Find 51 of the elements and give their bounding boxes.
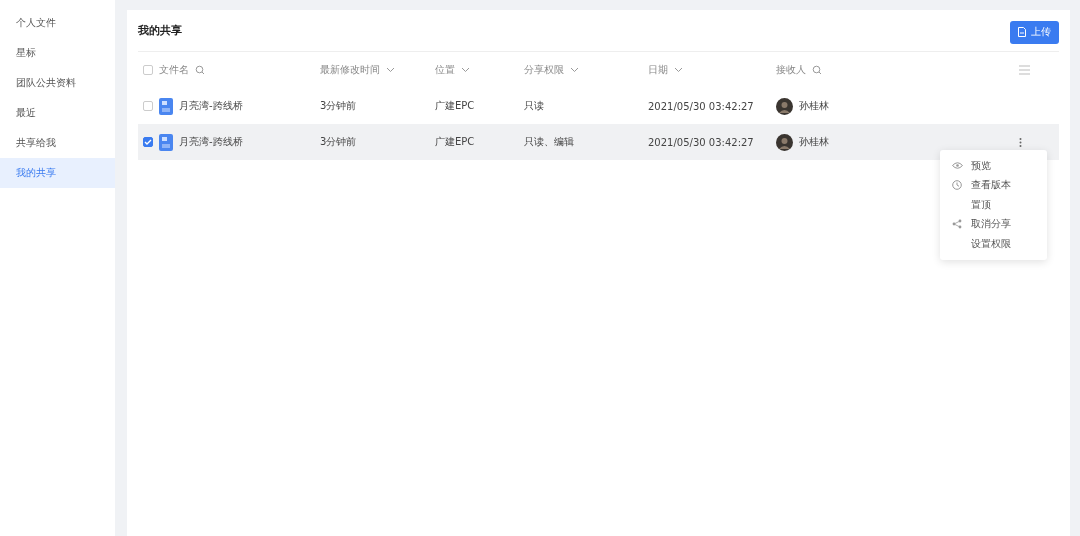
caret-icon[interactable] [386,67,395,73]
checkbox[interactable] [143,65,153,75]
table-row[interactable]: 月亮湾-跨线桥 3分钟前 广建EPC 只读、编辑 2021/05/30 03:42:27 孙桂林 [138,124,1059,160]
column-header: 位置 [435,63,455,77]
table-cell: 2021/05/30 03:42:27 [648,100,754,112]
table-cell: 3分钟前 [320,99,357,113]
table-cell: 2021/05/30 03:42:27 [648,136,754,148]
document-icon [159,97,173,115]
clock-icon [952,180,962,191]
document-icon [159,133,173,151]
sidebar-item[interactable]: 共享给我 [0,128,115,158]
column-header: 接收人 [776,63,806,77]
table-cell: 广建EPC [435,135,475,149]
table-cell: 广建EPC [435,99,475,113]
caret-icon[interactable] [674,67,683,73]
table-cell: 3分钟前 [320,135,357,149]
menu-item[interactable]: 置顶 [940,195,1047,215]
column-header: 文件名 [159,63,189,77]
page-title: 我的共享 [138,23,182,38]
upload-button[interactable]: 上传 [1010,20,1059,44]
table-cell: 只读、编辑 [524,135,574,149]
sidebar-item[interactable]: 星标 [0,38,115,68]
avatar [776,133,793,151]
checkbox[interactable] [143,137,153,147]
sidebar-item[interactable]: 团队公共资料 [0,68,115,98]
receiver-name: 孙桂林 [799,135,829,149]
search-icon[interactable] [812,65,822,75]
more-icon[interactable] [1019,137,1022,147]
file-name[interactable]: 月亮湾-跨线桥 [179,135,243,149]
receiver-name: 孙桂林 [799,99,829,113]
table-row[interactable]: 月亮湾-跨线桥 3分钟前 广建EPC 只读 2021/05/30 03:42:27 孙桂林 [138,88,1059,124]
column-header: 分享权限 [524,63,564,77]
sidebar-item[interactable]: 个人文件 [0,8,115,38]
menu-item[interactable]: 设置权限 [940,234,1047,254]
caret-icon[interactable] [461,67,470,73]
share-icon [952,219,962,230]
eye-icon [952,162,963,170]
check-icon [144,138,152,146]
caret-icon[interactable] [570,67,579,73]
search-icon[interactable] [195,65,205,75]
sidebar-item[interactable]: 我的共享 [0,158,115,188]
menu-item[interactable]: 取消分享 [940,214,1047,234]
avatar [776,97,793,115]
table-cell: 只读 [524,99,544,113]
sidebar-item[interactable]: 最近 [0,98,115,128]
column-header: 日期 [648,63,668,77]
menu-item[interactable]: 查看版本 [940,175,1047,195]
column-header: 最新修改时间 [320,63,380,77]
file-icon [1018,27,1026,37]
file-name[interactable]: 月亮湾-跨线桥 [179,99,243,113]
checkbox[interactable] [143,101,153,111]
